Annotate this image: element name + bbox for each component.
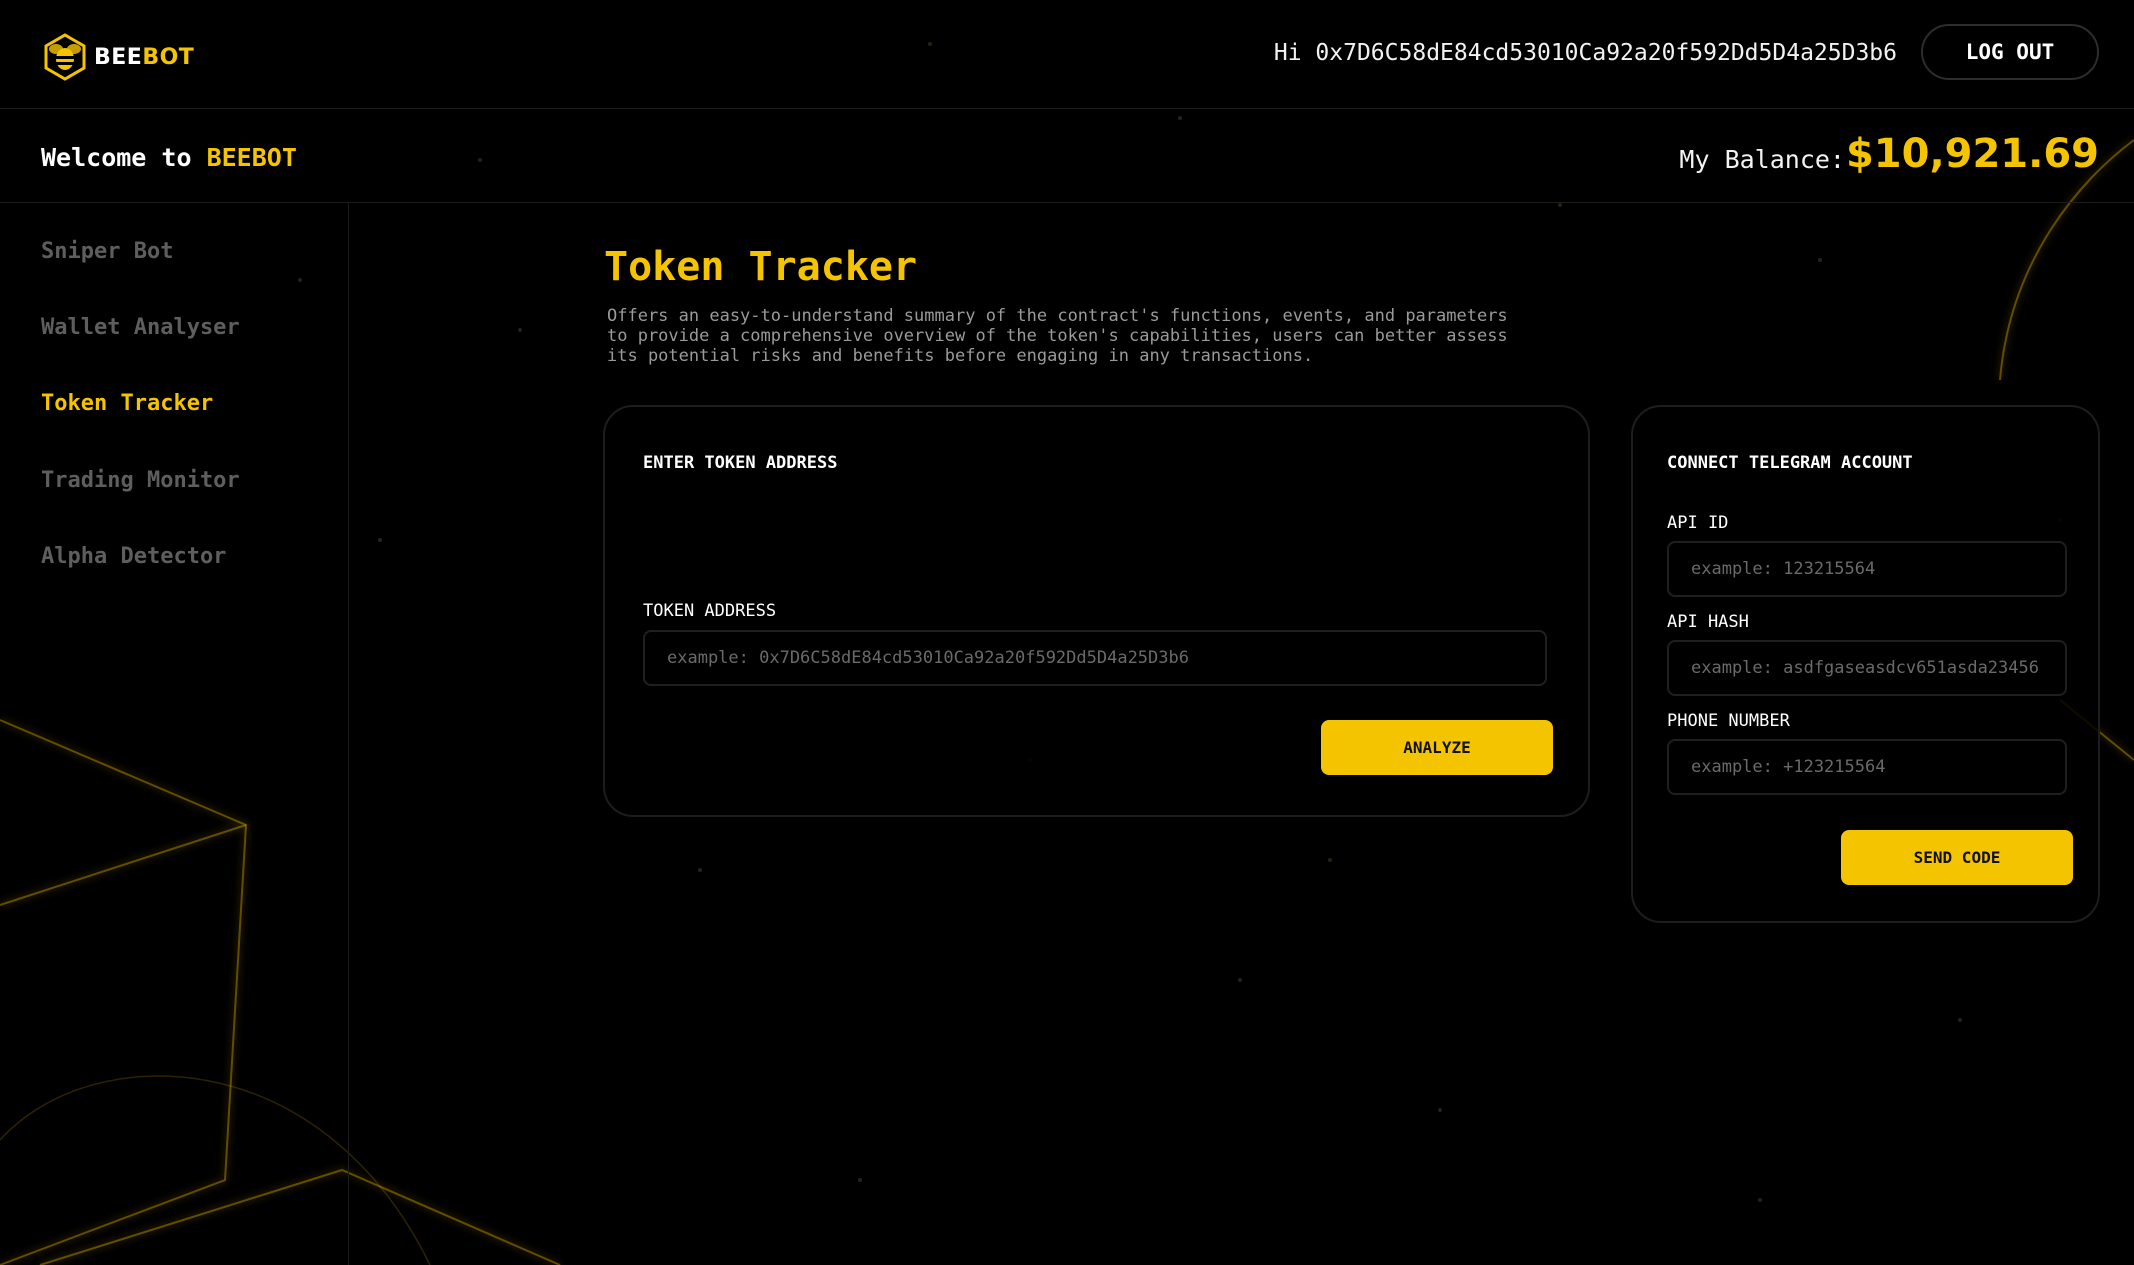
token-address-label: TOKEN ADDRESS (643, 601, 777, 621)
page-title: Token Tracker (604, 244, 918, 290)
telegram-connect-card: CONNECT TELEGRAM ACCOUNT API ID API HASH… (1631, 405, 2100, 923)
welcome-bar: Welcome to BEEBOT My Balance: $10,921.69 (0, 109, 2134, 203)
page-description: Offers an easy-to-understand summary of … (607, 306, 1508, 366)
telegram-card-heading: CONNECT TELEGRAM ACCOUNT (1667, 453, 1913, 473)
api-hash-input[interactable] (1667, 640, 2067, 696)
logout-button[interactable]: LOG OUT (1921, 24, 2099, 80)
welcome-text: Welcome to BEEBOT (41, 143, 297, 172)
sidebar-item-trading-monitor[interactable]: Trading Monitor (41, 468, 240, 493)
top-bar: BEEBOT Hi 0x7D6C58dE84cd53010Ca92a20f592… (0, 0, 2134, 109)
bee-hex-icon (44, 33, 86, 81)
sidebar-item-wallet-analyser[interactable]: Wallet Analyser (41, 315, 240, 340)
sidebar-item-alpha-detector[interactable]: Alpha Detector (41, 544, 226, 569)
user-greeting: Hi 0x7D6C58dE84cd53010Ca92a20f592Dd5D4a2… (1273, 40, 1897, 66)
send-code-button[interactable]: SEND CODE (1841, 830, 2073, 885)
brand-wordmark: BEEBOT (94, 44, 195, 70)
token-card-heading: ENTER TOKEN ADDRESS (643, 453, 838, 473)
balance-label: My Balance: (1679, 145, 1845, 174)
brand-logo[interactable]: BEEBOT (40, 32, 194, 82)
token-address-input[interactable] (643, 630, 1547, 686)
phone-number-label: PHONE NUMBER (1667, 711, 1790, 731)
balance-value: $10,921.69 (1845, 131, 2099, 177)
api-hash-label: API HASH (1667, 612, 1749, 632)
api-id-label: API ID (1667, 513, 1729, 533)
sidebar: Sniper Bot Wallet Analyser Token Tracker… (0, 203, 349, 1265)
token-address-card: ENTER TOKEN ADDRESS TOKEN ADDRESS ANALYZ… (603, 405, 1590, 817)
sidebar-item-sniper-bot[interactable]: Sniper Bot (41, 239, 173, 264)
api-id-input[interactable] (1667, 541, 2067, 597)
app-page: BEEBOT Hi 0x7D6C58dE84cd53010Ca92a20f592… (0, 0, 2134, 1265)
sidebar-item-token-tracker[interactable]: Token Tracker (41, 391, 213, 416)
analyze-button[interactable]: ANALYZE (1321, 720, 1553, 775)
phone-number-input[interactable] (1667, 739, 2067, 795)
